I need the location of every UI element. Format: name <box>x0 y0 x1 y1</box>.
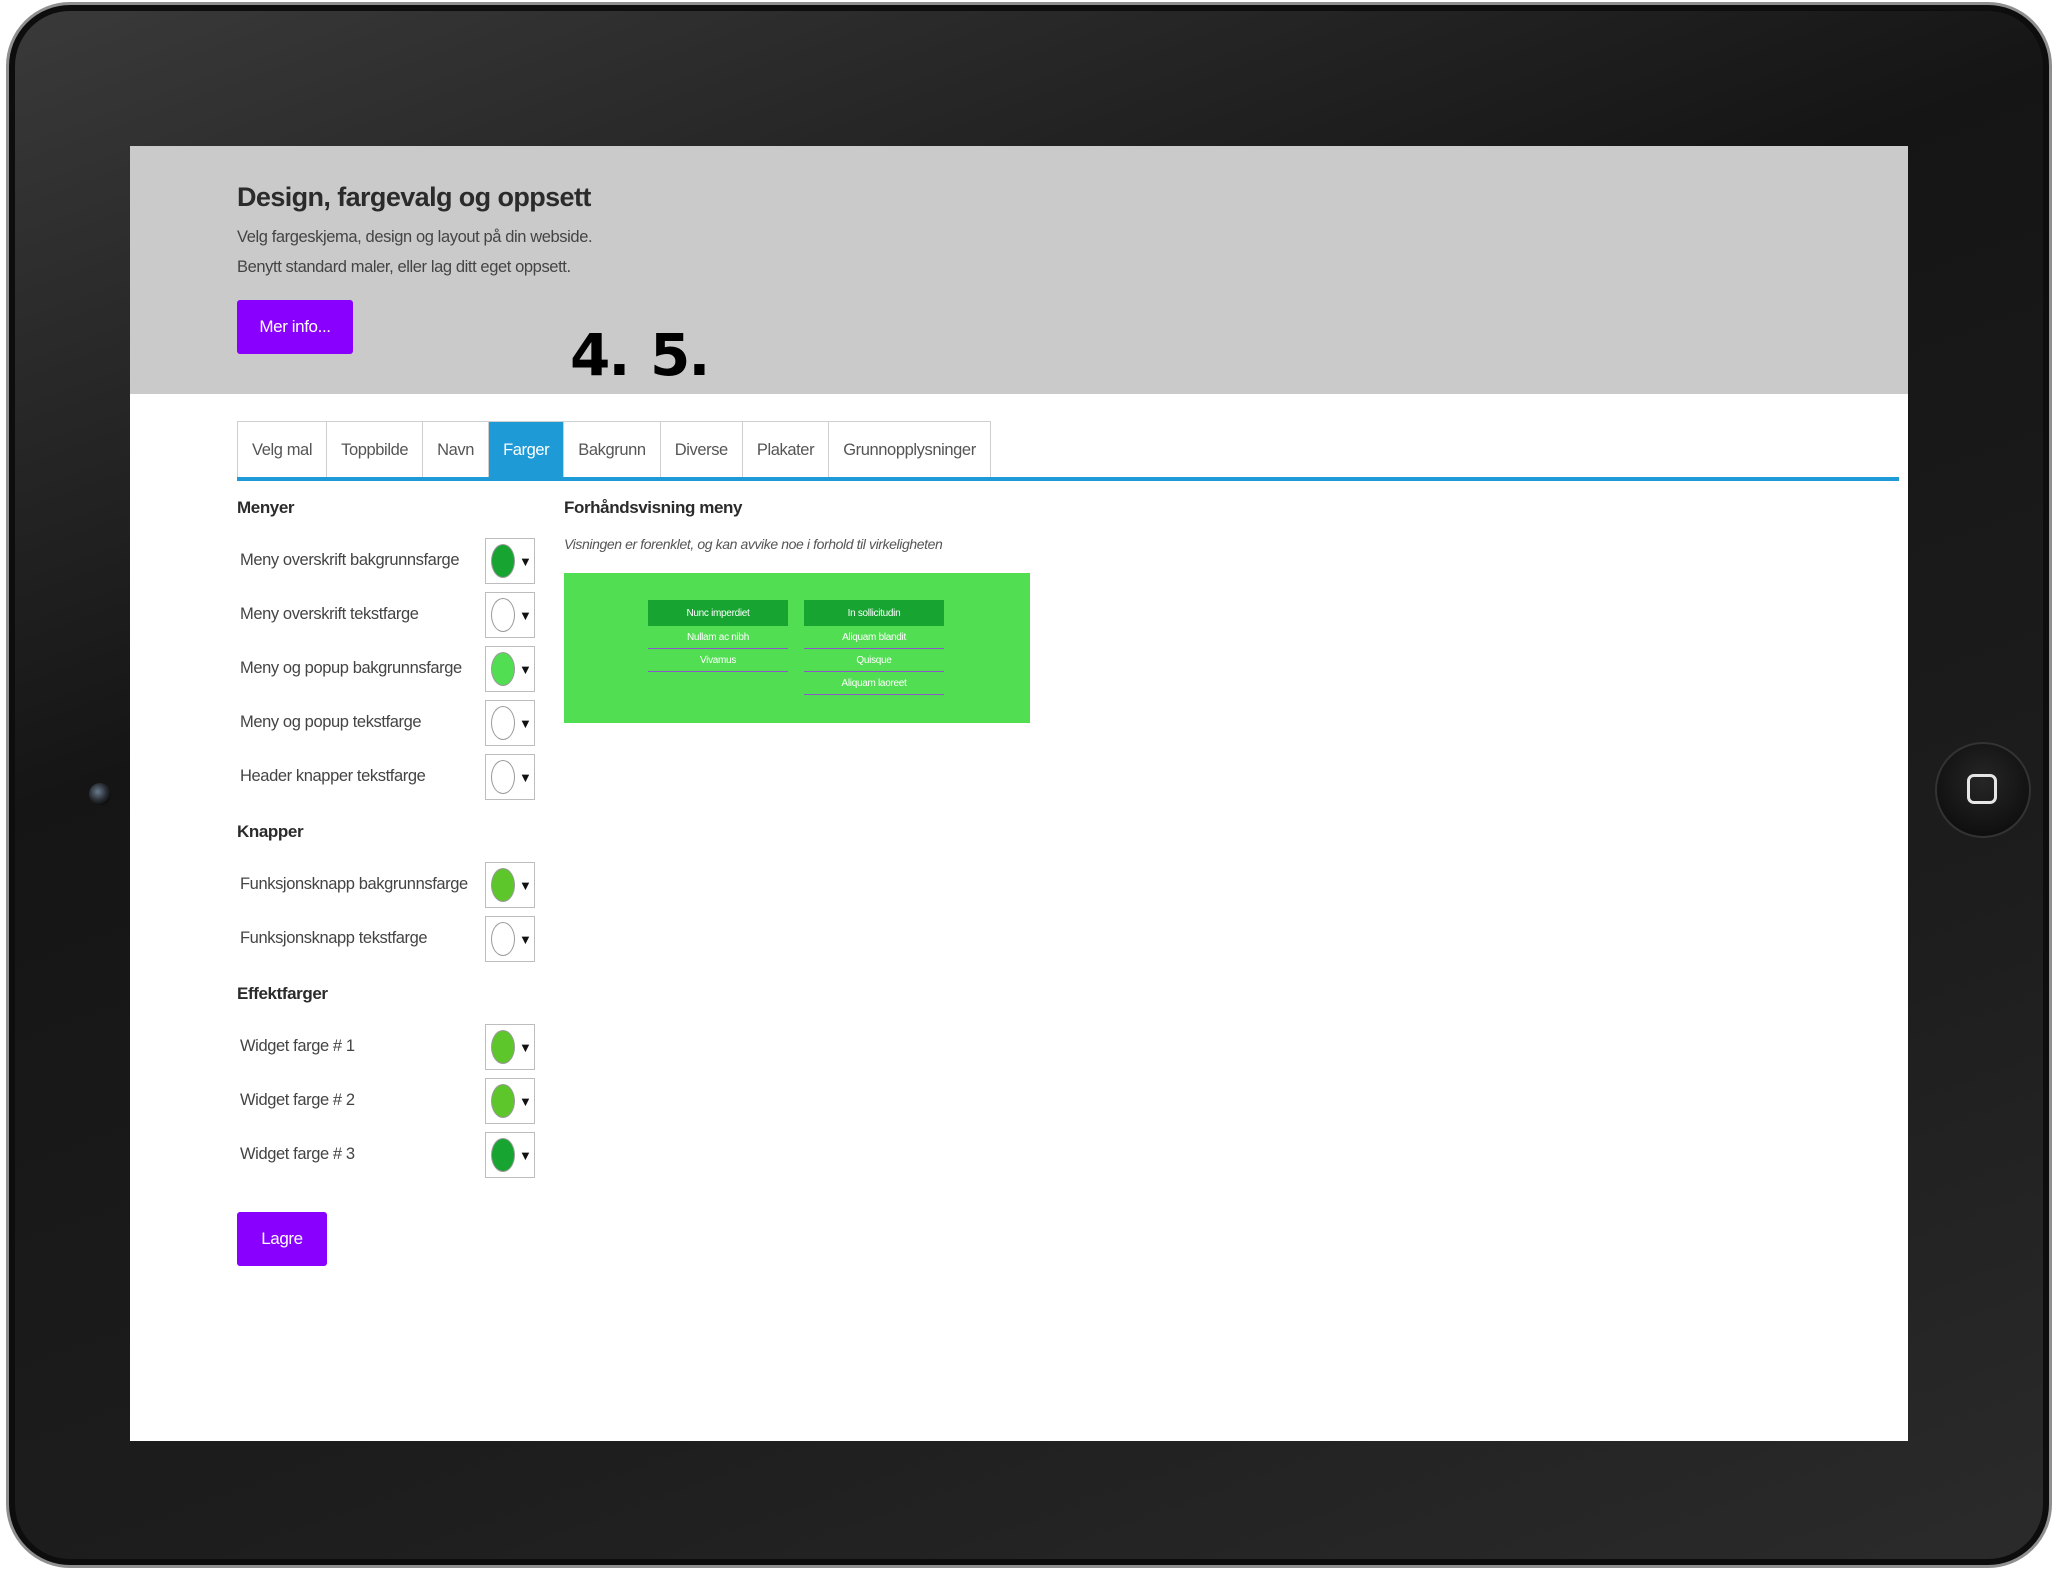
tab-toppbilde[interactable]: Toppbilde <box>327 422 424 478</box>
setting-label: Widget farge # 1 <box>240 1037 355 1055</box>
color-picker[interactable]: ▼ <box>485 862 535 908</box>
preview-title: Forhåndsvisning meny <box>564 498 743 517</box>
section-heading-effects: Effektfarger <box>237 984 328 1003</box>
camera-icon <box>89 783 111 805</box>
setting-label: Meny og popup tekstfarge <box>240 713 422 731</box>
setting-label: Widget farge # 3 <box>240 1145 355 1163</box>
tab-navn[interactable]: Navn <box>423 422 490 478</box>
tab-underline <box>237 477 1899 481</box>
dropdown-arrow-icon: ▼ <box>519 931 532 947</box>
tab-bakgrunn[interactable]: Bakgrunn <box>564 422 661 478</box>
preview-menu-item: Nullam ac nibh <box>648 626 788 649</box>
preview-menu-item: Vivamus <box>648 649 788 672</box>
preview-note: Visningen er forenklet, og kan avvike no… <box>564 536 943 552</box>
color-swatch <box>491 598 515 632</box>
color-picker[interactable]: ▼ <box>485 916 535 962</box>
dropdown-arrow-icon: ▼ <box>519 553 532 569</box>
color-picker[interactable]: ▼ <box>485 592 535 638</box>
more-info-button[interactable]: Mer info... <box>237 300 353 354</box>
color-picker[interactable]: ▼ <box>485 646 535 692</box>
color-picker[interactable]: ▼ <box>485 754 535 800</box>
color-picker[interactable]: ▼ <box>485 1078 535 1124</box>
preview-menu-header: In sollicitudin <box>804 600 944 626</box>
tab-farger[interactable]: Farger <box>489 422 565 478</box>
dropdown-arrow-icon: ▼ <box>519 1147 532 1163</box>
color-picker[interactable]: ▼ <box>485 1024 535 1070</box>
settings-tabs: Velg mal Toppbilde Navn Farger Bakgrunn … <box>237 421 991 478</box>
page-description: Velg fargeskjema, design og layout på di… <box>237 228 593 276</box>
color-swatch <box>491 1084 515 1118</box>
step-marker-4: 4. <box>570 321 630 389</box>
setting-label: Meny og popup bakgrunnsfarge <box>240 659 462 677</box>
setting-label: Funksjonsknapp bakgrunnsfarge <box>240 875 468 893</box>
color-swatch <box>491 760 515 794</box>
color-swatch <box>491 706 515 740</box>
setting-label: Meny overskrift bakgrunnsfarge <box>240 551 460 569</box>
color-picker[interactable]: ▼ <box>485 700 535 746</box>
color-swatch <box>491 922 515 956</box>
color-swatch <box>491 868 515 902</box>
preview-menu-2: In sollicitudin Aliquam blandit Quisque … <box>804 600 944 695</box>
setting-label: Widget farge # 2 <box>240 1091 355 1109</box>
tablet-frame: Design, fargevalg og oppsett Velg farges… <box>6 2 2052 1568</box>
preview-menu-item: Quisque <box>804 649 944 672</box>
dropdown-arrow-icon: ▼ <box>519 661 532 677</box>
menu-preview: Nunc imperdiet Nullam ac nibh Vivamus In… <box>564 573 1030 723</box>
preview-menu-1: Nunc imperdiet Nullam ac nibh Vivamus <box>648 600 788 672</box>
color-swatch <box>491 544 515 578</box>
section-heading-menus: Menyer <box>237 498 295 517</box>
dropdown-arrow-icon: ▼ <box>519 769 532 785</box>
setting-label: Funksjonsknapp tekstfarge <box>240 929 428 947</box>
home-square-icon <box>1967 774 1997 804</box>
setting-label: Meny overskrift tekstfarge <box>240 605 419 623</box>
tab-diverse[interactable]: Diverse <box>660 422 743 478</box>
color-swatch <box>491 652 515 686</box>
screen: Design, fargevalg og oppsett Velg farges… <box>130 146 1908 1441</box>
page-title: Design, fargevalg og oppsett <box>237 182 591 212</box>
home-button[interactable] <box>1935 742 2031 838</box>
tab-velg-mal[interactable]: Velg mal <box>238 422 328 478</box>
section-heading-buttons: Knapper <box>237 822 304 841</box>
color-picker[interactable]: ▼ <box>485 538 535 584</box>
color-swatch <box>491 1138 515 1172</box>
tab-plakater[interactable]: Plakater <box>742 422 830 478</box>
color-picker[interactable]: ▼ <box>485 1132 535 1178</box>
setting-label: Header knapper tekstfarge <box>240 767 426 785</box>
preview-menu-header: Nunc imperdiet <box>648 600 788 626</box>
dropdown-arrow-icon: ▼ <box>519 1039 532 1055</box>
step-marker-5: 5. <box>650 321 710 389</box>
dropdown-arrow-icon: ▼ <box>519 607 532 623</box>
preview-menu-item: Aliquam blandit <box>804 626 944 649</box>
save-button[interactable]: Lagre <box>237 1212 327 1266</box>
preview-menu-item: Aliquam laoreet <box>804 672 944 695</box>
dropdown-arrow-icon: ▼ <box>519 715 532 731</box>
dropdown-arrow-icon: ▼ <box>519 877 532 893</box>
tab-grunnopplysninger[interactable]: Grunnopplysninger <box>829 422 990 478</box>
hero-banner: Design, fargevalg og oppsett Velg farges… <box>130 146 1908 394</box>
color-swatch <box>491 1030 515 1064</box>
dropdown-arrow-icon: ▼ <box>519 1093 532 1109</box>
